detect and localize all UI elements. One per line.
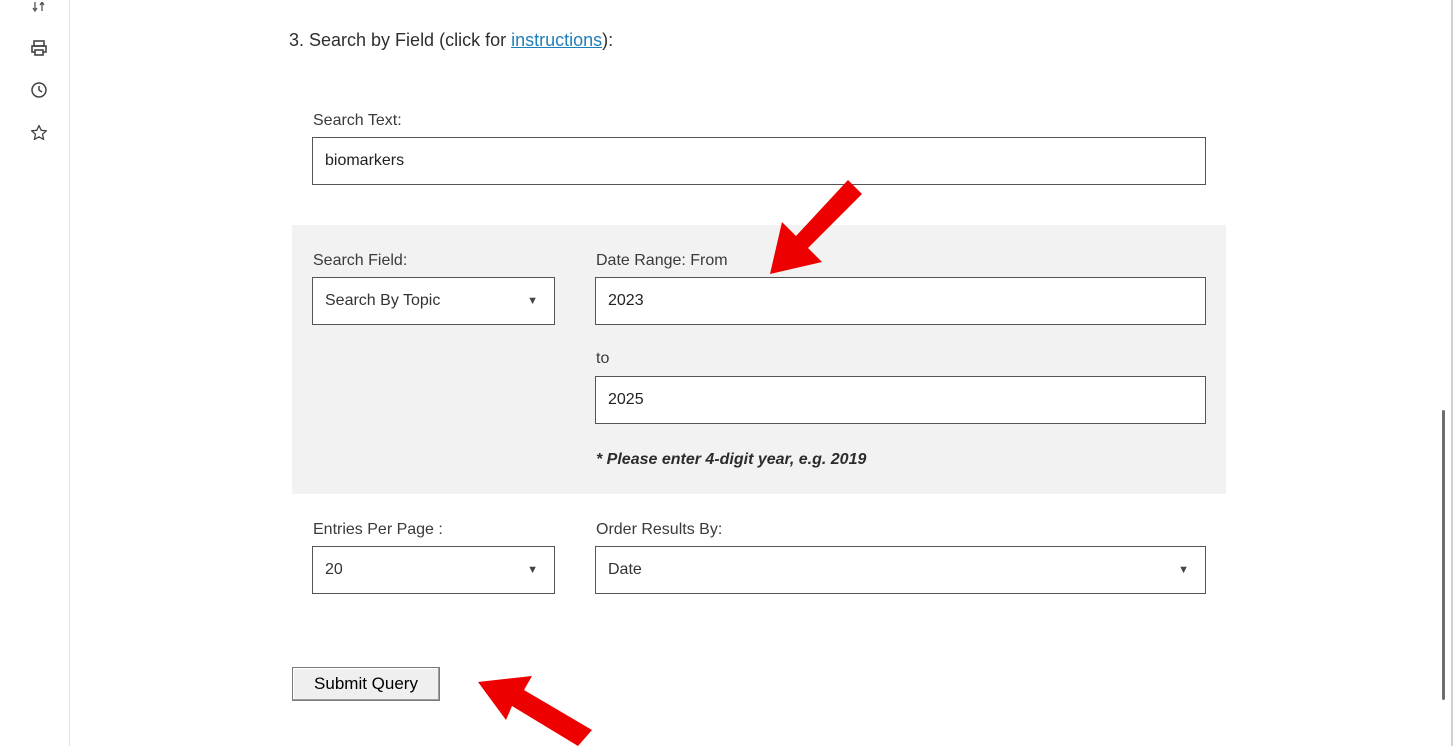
section-heading: 3. Search by Field (click for instructio… (289, 30, 613, 51)
order-by-label: Order Results By: (596, 521, 723, 538)
star-icon[interactable] (28, 122, 50, 144)
order-by-selected: Date (608, 561, 642, 578)
entries-per-page-selected: 20 (325, 561, 343, 578)
search-text-label: Search Text: (313, 112, 402, 129)
heading-suffix: ): (602, 30, 614, 50)
dropdown-caret-icon: ▼ (527, 295, 538, 307)
date-from-label: Date Range: From (596, 252, 728, 269)
year-format-note: * Please enter 4-digit year, e.g. 2019 (596, 451, 867, 468)
heading-prefix: 3. Search by Field (click for (289, 30, 512, 50)
search-field-select[interactable]: Search By Topic ▼ (312, 277, 555, 325)
annotation-arrow-submit (478, 676, 592, 746)
date-to-input[interactable]: 2025 (595, 376, 1206, 424)
printer-icon[interactable] (28, 37, 50, 59)
dropdown-caret-icon: ▼ (527, 564, 538, 576)
search-field-selected: Search By Topic (325, 292, 441, 309)
sort-icon[interactable] (28, 0, 50, 14)
history-icon[interactable] (28, 79, 50, 101)
submit-query-button[interactable]: Submit Query (292, 667, 440, 701)
date-from-input[interactable]: 2023 (595, 277, 1206, 325)
entries-per-page-select[interactable]: 20 ▼ (312, 546, 555, 594)
search-field-label: Search Field: (313, 252, 408, 269)
date-to-label: to (596, 350, 610, 367)
search-text-input[interactable]: biomarkers (312, 137, 1206, 185)
instructions-link[interactable]: instructions (511, 30, 602, 50)
order-by-select[interactable]: Date ▼ (595, 546, 1206, 594)
browser-sidebar (0, 0, 70, 746)
scrollbar-thumb[interactable] (1442, 410, 1445, 700)
dropdown-caret-icon: ▼ (1178, 564, 1189, 576)
entries-per-page-label: Entries Per Page : (313, 521, 443, 538)
